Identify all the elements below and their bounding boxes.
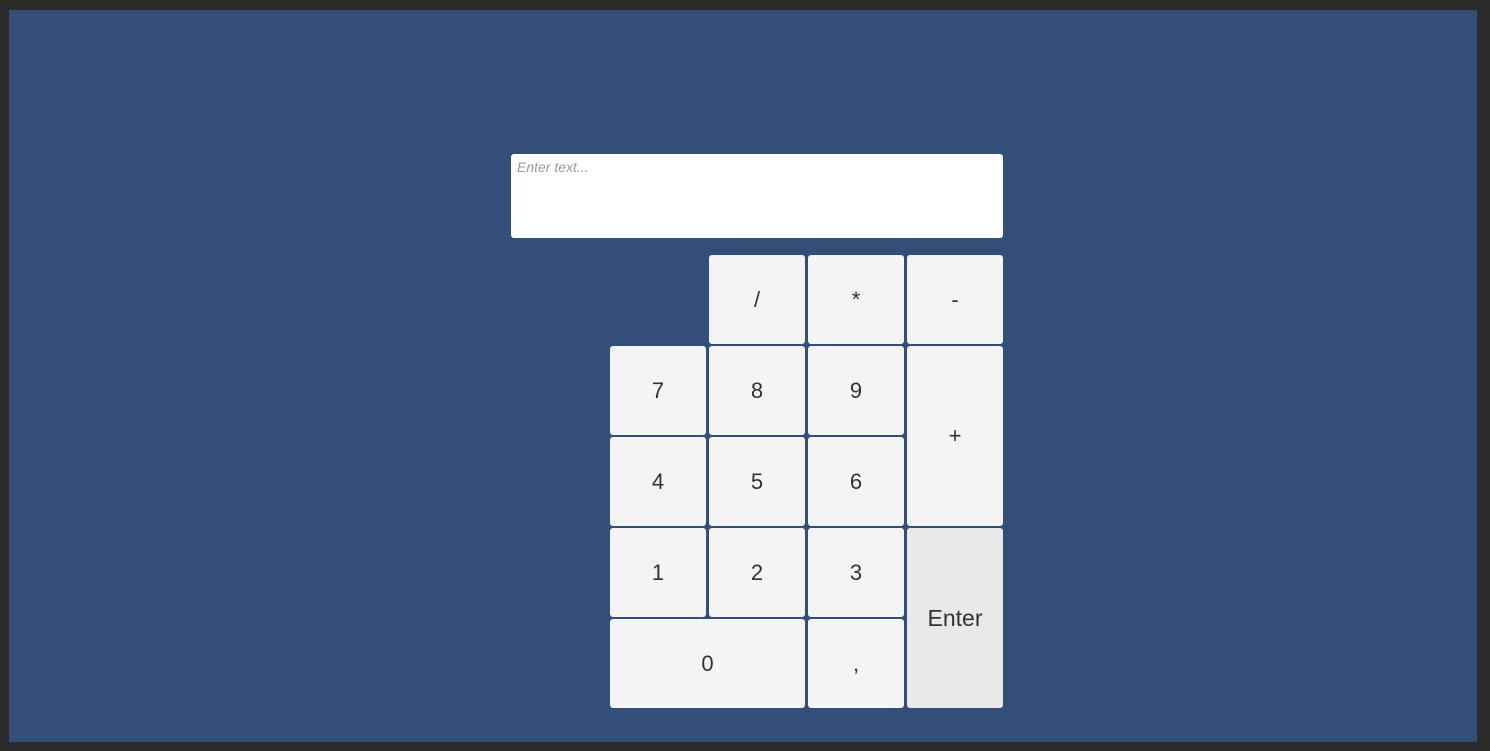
- app-viewport: / * - 7 8 9 + 4 5 6 1 2 3 Enter 0 ,: [9, 10, 1477, 742]
- three-key[interactable]: 3: [808, 528, 904, 617]
- five-key[interactable]: 5: [709, 437, 805, 526]
- six-key[interactable]: 6: [808, 437, 904, 526]
- two-key[interactable]: 2: [709, 528, 805, 617]
- seven-key[interactable]: 7: [610, 346, 706, 435]
- enter-key[interactable]: Enter: [907, 528, 1003, 708]
- one-key[interactable]: 1: [610, 528, 706, 617]
- numeric-keypad: / * - 7 8 9 + 4 5 6 1 2 3 Enter 0 ,: [610, 255, 1003, 708]
- eight-key[interactable]: 8: [709, 346, 805, 435]
- text-input[interactable]: [511, 154, 1003, 238]
- comma-key[interactable]: ,: [808, 619, 904, 708]
- four-key[interactable]: 4: [610, 437, 706, 526]
- nine-key[interactable]: 9: [808, 346, 904, 435]
- multiply-key[interactable]: *: [808, 255, 904, 344]
- minus-key[interactable]: -: [907, 255, 1003, 344]
- divide-key[interactable]: /: [709, 255, 805, 344]
- plus-key[interactable]: +: [907, 346, 1003, 526]
- zero-key[interactable]: 0: [610, 619, 805, 708]
